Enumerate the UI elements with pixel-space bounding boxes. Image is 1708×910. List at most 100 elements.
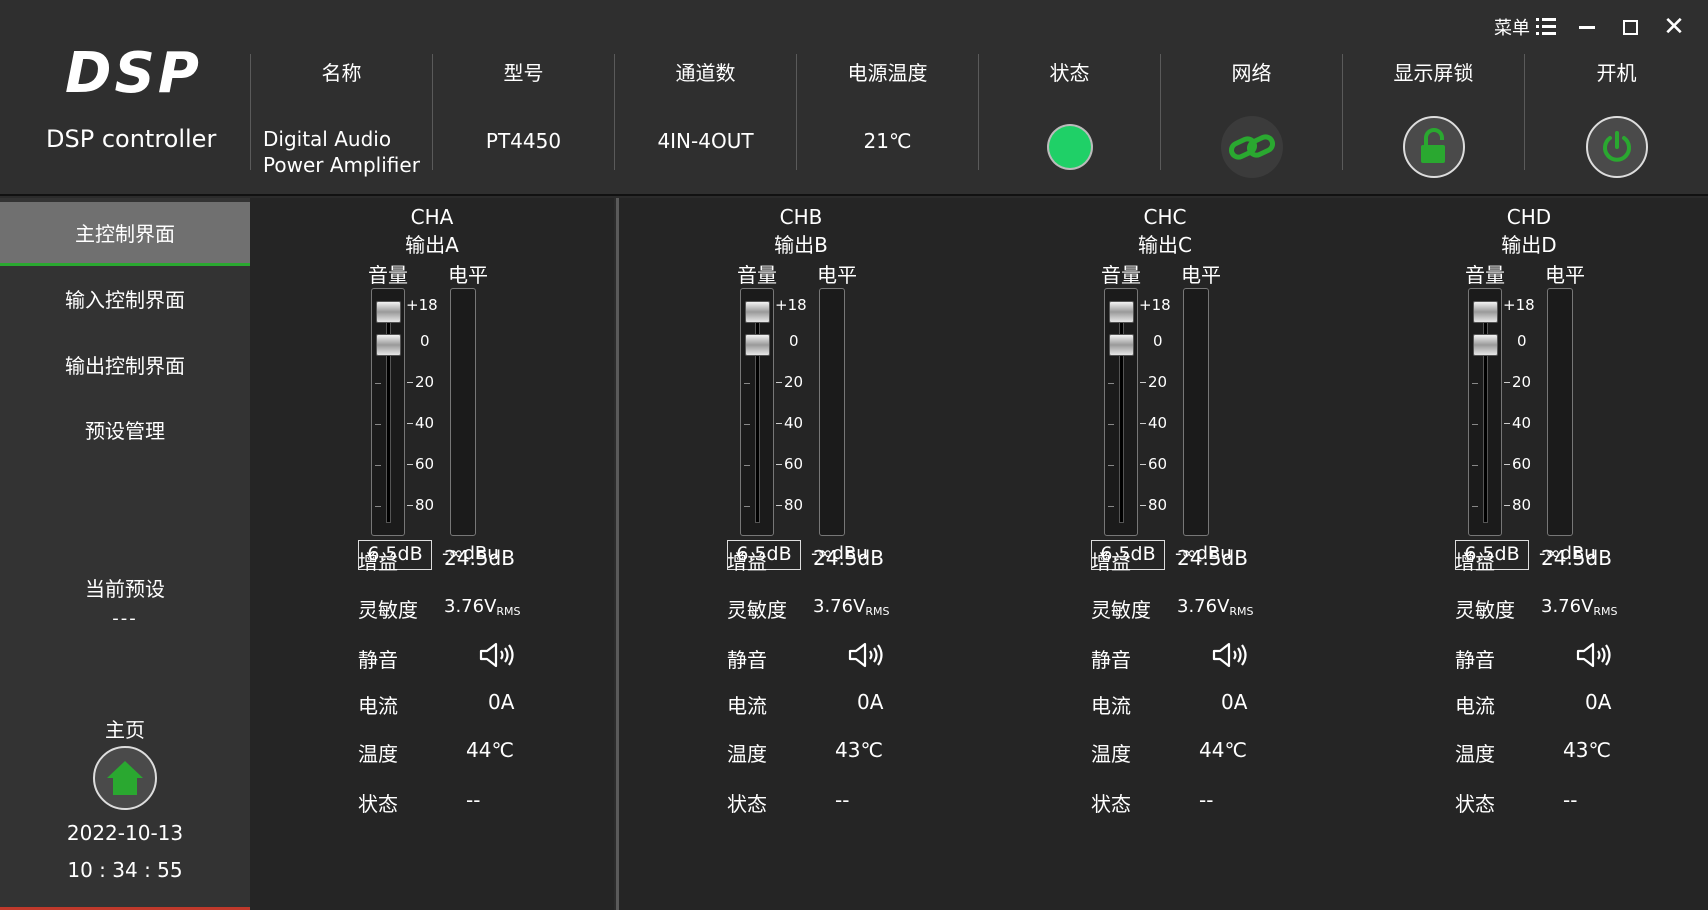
sensitivity-value[interactable]: 3.76VRMS: [1177, 596, 1254, 618]
nav-main-control-label: 主控制界面: [75, 222, 175, 246]
level-meter: [450, 288, 476, 536]
screen-lock-column: 显示屏锁: [1342, 54, 1524, 178]
fader-knob-upper[interactable]: [745, 301, 770, 323]
screen-lock-label: 显示屏锁: [1393, 61, 1474, 85]
scale-tick-label: 0: [420, 332, 430, 350]
scale-tick-label: 20: [1512, 373, 1532, 391]
menu-button[interactable]: 菜单: [1490, 12, 1560, 42]
status-value: --: [466, 788, 481, 812]
nav-input-control[interactable]: 输入控制界面: [0, 266, 250, 330]
fader-tick: [744, 383, 750, 384]
channel-panel-chb: CHB 输出B 音量 电平 +18 0 20 40 60 80 6.5dB -∞dBu 增…: [619, 198, 983, 910]
current-label: 电流: [358, 694, 398, 718]
unlock-icon[interactable]: [1402, 116, 1465, 178]
fader-knob-upper[interactable]: [376, 301, 401, 323]
scale-tick-mark: [407, 464, 413, 465]
sensitivity-unit-sub: RMS: [865, 605, 890, 618]
volume-label: 音量: [1465, 263, 1505, 287]
gain-value[interactable]: 24.5dB: [1177, 546, 1248, 570]
sensitivity-label: 灵敏度: [1455, 598, 1515, 622]
speaker-icon[interactable]: [1575, 640, 1615, 670]
current-preset-value: ---: [112, 608, 138, 629]
volume-fader[interactable]: [1104, 288, 1138, 536]
fader-knob[interactable]: [376, 334, 401, 356]
fader-knob[interactable]: [745, 334, 770, 356]
mute-label: 静音: [1455, 648, 1495, 672]
network-label: 网络: [1231, 61, 1272, 85]
sensitivity-number: 3.76V: [813, 596, 866, 617]
nav-main-control[interactable]: 主控制界面: [0, 202, 250, 266]
close-button[interactable]: ✕: [1654, 12, 1694, 42]
link-icon[interactable]: [1220, 116, 1283, 178]
current-value: 0A: [857, 690, 884, 714]
home-button[interactable]: [93, 746, 157, 810]
channel-panel-chc: CHC 输出C 音量 电平 +18 0 20 40 60 80 6.5dB -∞dBu 增…: [983, 198, 1347, 910]
current-date: 2022-10-13: [66, 821, 184, 845]
gain-value[interactable]: 24.5dB: [444, 546, 515, 570]
scale-tick-mark: [776, 505, 782, 506]
fader-tick: [375, 383, 381, 384]
psu-temp-value: 21℃: [863, 129, 912, 153]
nav-preset-manage[interactable]: 预设管理: [0, 397, 250, 461]
channel-count-value: 4IN-4OUT: [657, 129, 754, 153]
sensitivity-value[interactable]: 3.76VRMS: [444, 596, 521, 618]
fader-knob-upper[interactable]: [1473, 301, 1498, 323]
gain-value[interactable]: 24.5dB: [1541, 546, 1612, 570]
nav-output-control[interactable]: 输出控制界面: [0, 332, 250, 396]
speaker-icon[interactable]: [847, 640, 887, 670]
volume-fader[interactable]: [740, 288, 774, 536]
scale-tick-mark: [1504, 464, 1510, 465]
model-column: 型号 PT4450: [432, 54, 614, 170]
speaker-icon[interactable]: [478, 640, 518, 670]
close-icon: ✕: [1663, 12, 1685, 42]
fader-tick: [1108, 465, 1114, 466]
status-label: 状态: [1049, 61, 1090, 85]
volume-fader[interactable]: [1468, 288, 1502, 536]
status-value: --: [835, 788, 850, 812]
fader-tick: [1472, 465, 1478, 466]
scale-tick-mark: [407, 505, 413, 506]
home-icon: [107, 761, 143, 795]
mute-label: 静音: [727, 648, 767, 672]
status-label: 状态: [1091, 792, 1131, 816]
status-value: --: [1563, 788, 1578, 812]
sensitivity-label: 灵敏度: [358, 598, 418, 622]
channel-output-label: 输出C: [1138, 233, 1192, 257]
current-preset-label: 当前预设: [85, 577, 165, 601]
channel-output-label: 输出D: [1501, 233, 1557, 257]
minimize-button[interactable]: [1570, 12, 1604, 42]
sensitivity-value[interactable]: 3.76VRMS: [1541, 596, 1618, 618]
level-meter: [1547, 288, 1573, 536]
gain-value[interactable]: 24.5dB: [813, 546, 884, 570]
device-name-label: 名称: [321, 61, 362, 85]
temperature-label: 温度: [1091, 742, 1131, 766]
sensitivity-value[interactable]: 3.76VRMS: [813, 596, 890, 618]
sidebar: 主控制界面 输入控制界面 输出控制界面 预设管理 当前预设 --- 主页 202…: [0, 198, 250, 910]
volume-fader[interactable]: [371, 288, 405, 536]
scale-tick-mark: [1504, 505, 1510, 506]
fader-tick: [744, 506, 750, 507]
list-icon: [1536, 18, 1556, 36]
scale-tick-label: 80: [784, 496, 804, 514]
device-name-line2: Power Amplifier: [263, 153, 420, 177]
channel-output-label: 输出A: [405, 233, 459, 257]
psu-temp-label: 电源温度: [847, 61, 928, 85]
fader-knob[interactable]: [1473, 334, 1498, 356]
current-value: 0A: [1585, 690, 1612, 714]
scale-tick-mark: [1140, 505, 1146, 506]
maximize-button[interactable]: [1612, 12, 1648, 42]
level-meter: [819, 288, 845, 536]
power-icon[interactable]: [1585, 116, 1648, 178]
scale-tick-label: 0: [789, 332, 799, 350]
fader-tick: [744, 424, 750, 425]
fader-knob-upper[interactable]: [1109, 301, 1134, 323]
fader-knob[interactable]: [1109, 334, 1134, 356]
current-value: 0A: [1221, 690, 1248, 714]
header-bar: 菜单 ✕ DSP DSP controller 名称 Digital Audio…: [0, 0, 1708, 196]
scale-tick-label: 60: [784, 455, 804, 473]
channel-name: CHA: [410, 205, 454, 229]
app-window: 菜单 ✕ DSP DSP controller 名称 Digital Audio…: [0, 0, 1708, 910]
temperature-value: 44℃: [466, 738, 514, 762]
speaker-icon[interactable]: [1211, 640, 1251, 670]
channel-count-label: 通道数: [675, 61, 736, 85]
